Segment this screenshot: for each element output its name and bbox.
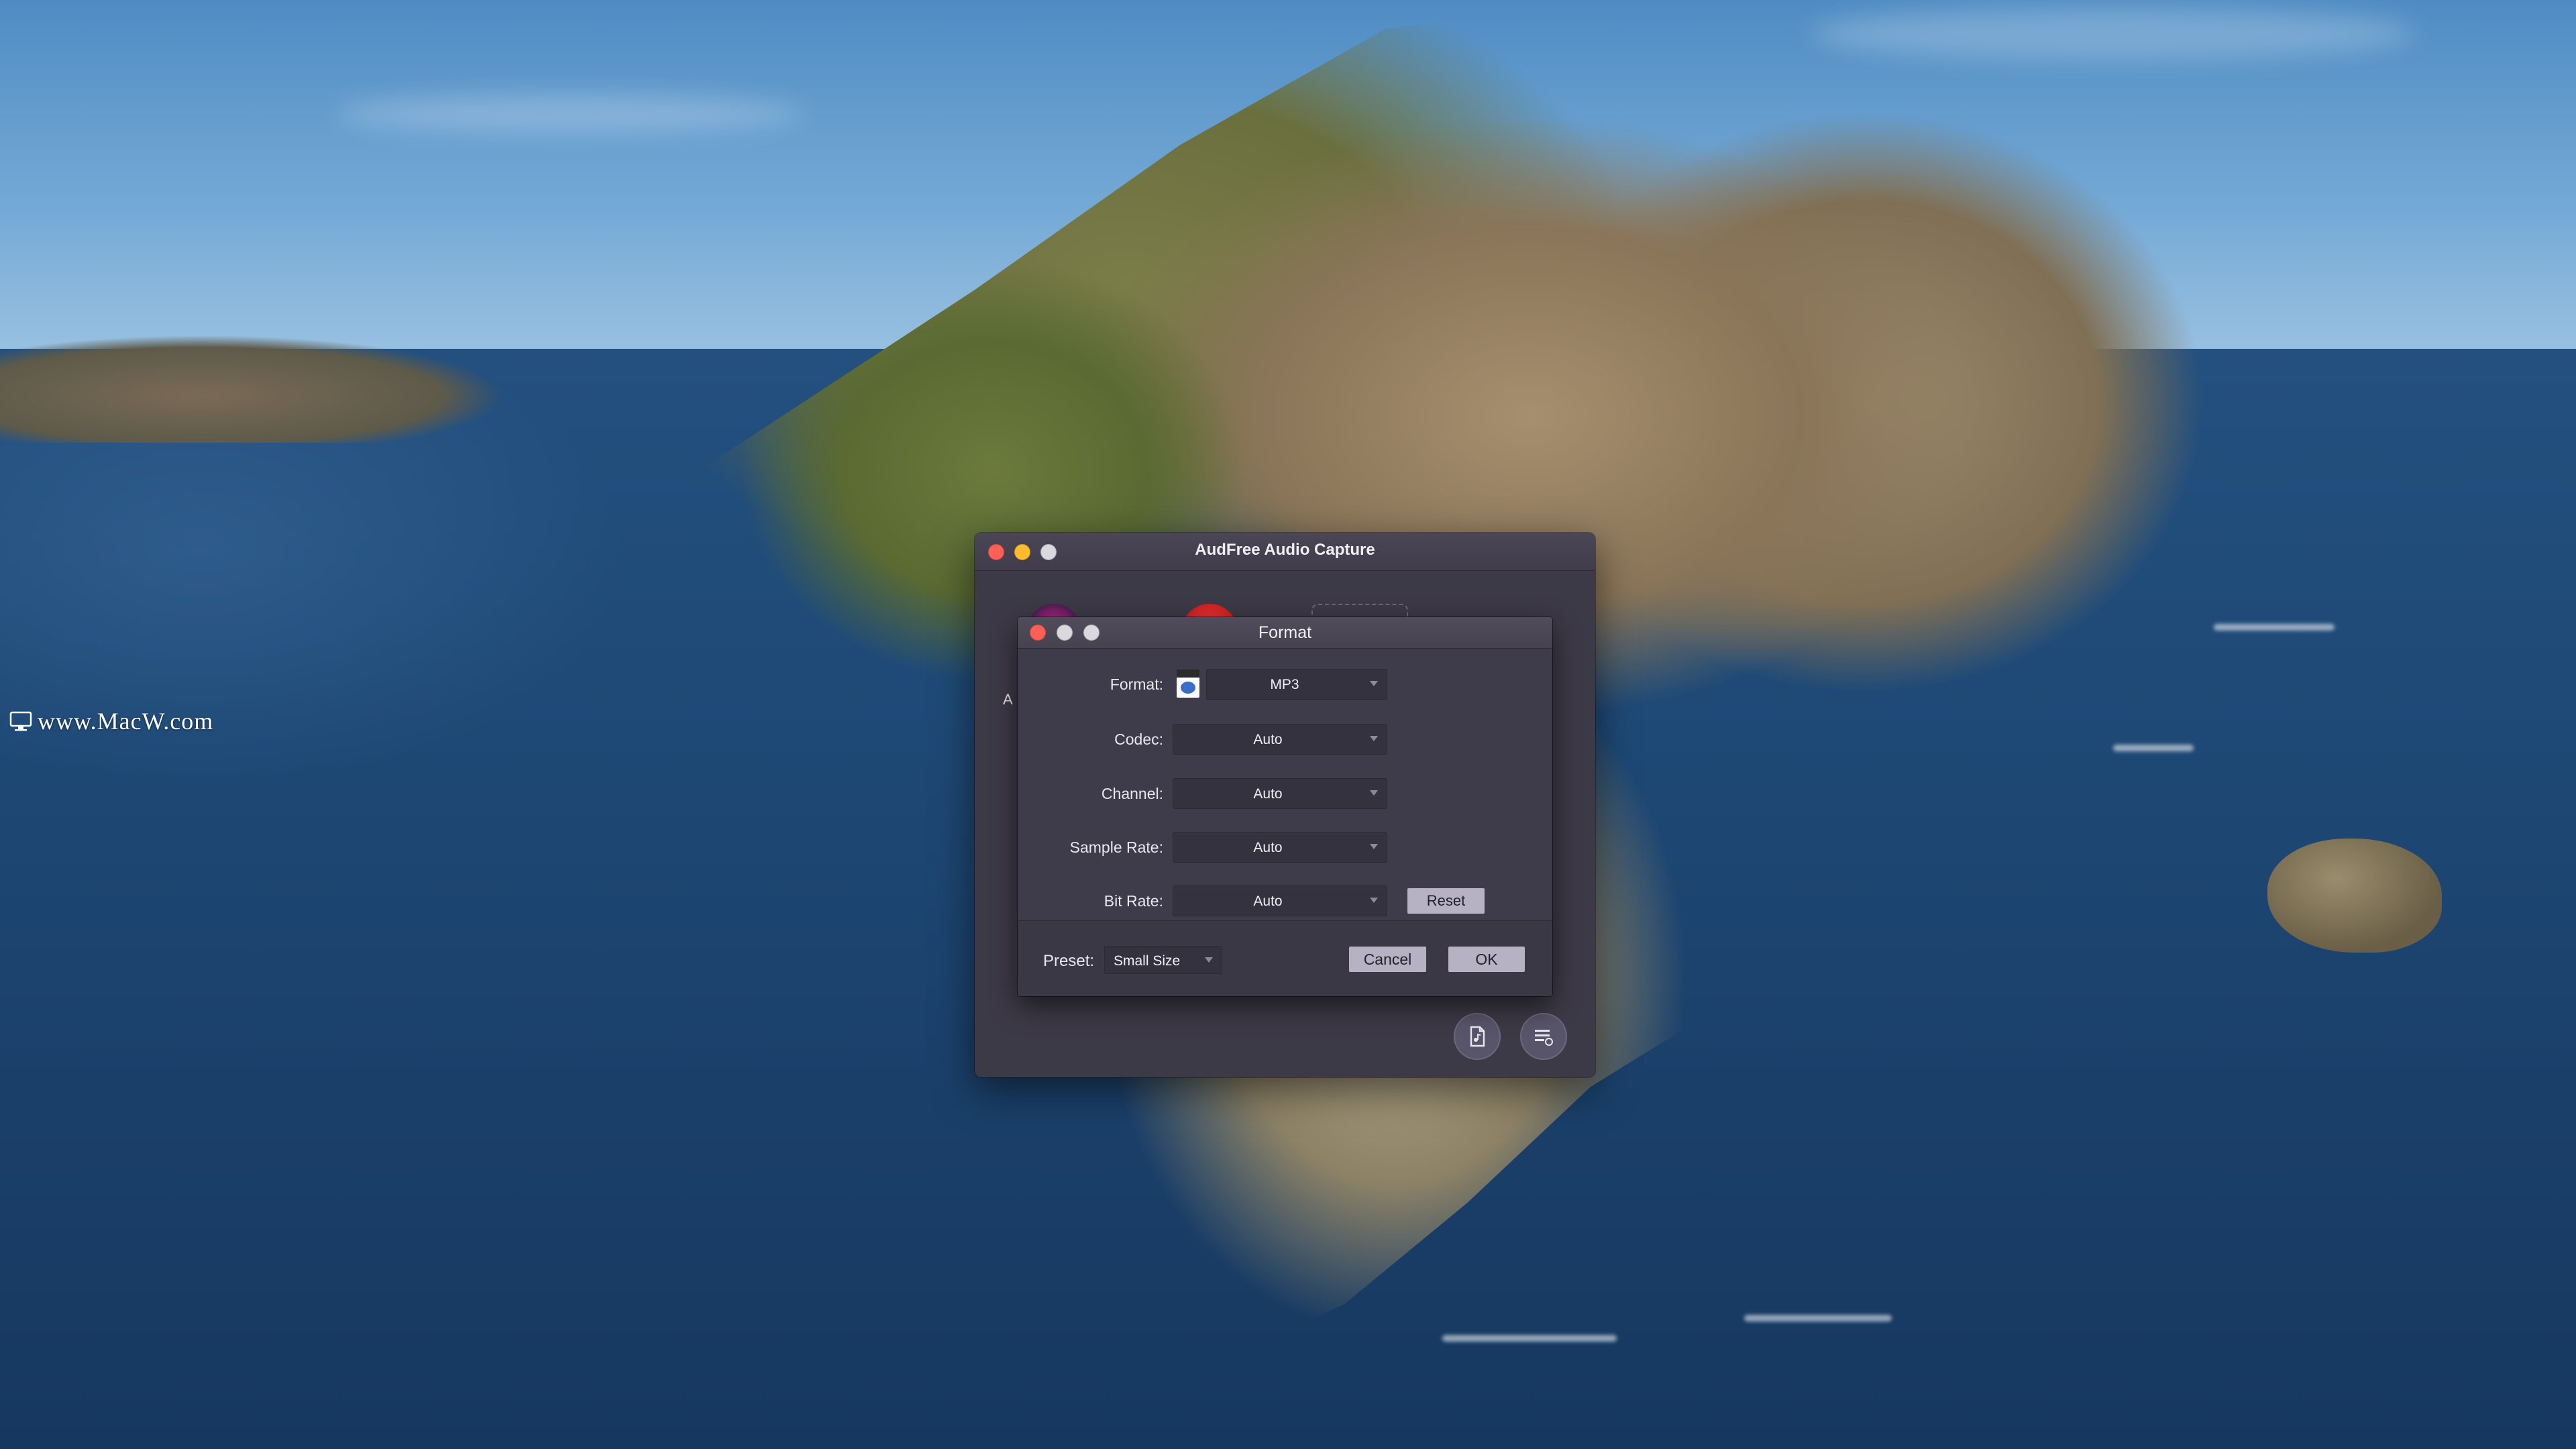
preset-select-value: Small Size <box>1114 953 1181 969</box>
channel-select-value: Auto <box>1253 786 1283 802</box>
chevron-down-icon <box>1370 736 1378 741</box>
main-window-titlebar[interactable]: AudFree Audio Capture <box>975 533 1595 571</box>
codec-row: Codec: Auto <box>1018 722 1552 757</box>
format-dialog-footer: Preset: Small Size Cancel OK <box>1018 921 1552 996</box>
preset-select[interactable]: Small Size <box>1104 946 1222 974</box>
format-dialog-body: Format: MP3 Codec: Auto Channel: Auto Sa… <box>1018 648 1552 996</box>
watermark-text: www.MacW.com <box>38 708 214 735</box>
history-list-button[interactable] <box>1520 1013 1567 1060</box>
chevron-down-icon <box>1370 790 1378 796</box>
ok-button[interactable]: OK <box>1448 947 1525 972</box>
sample-rate-label: Sample Rate: <box>1069 839 1163 856</box>
watermark: www.MacW.com <box>9 707 213 735</box>
codec-select[interactable]: Auto <box>1173 724 1387 755</box>
sample-rate-select-value: Auto <box>1253 840 1283 855</box>
wallpaper-far-ridge <box>0 295 805 443</box>
wallpaper-surf <box>1744 1315 1892 1322</box>
sample-rate-select[interactable]: Auto <box>1173 832 1387 863</box>
chevron-down-icon <box>1205 957 1213 963</box>
bit-rate-label: Bit Rate: <box>1104 892 1163 910</box>
channel-label: Channel: <box>1101 785 1163 802</box>
wallpaper-surf <box>2113 745 2194 751</box>
wallpaper-surf <box>2214 624 2334 631</box>
format-select-value: MP3 <box>1270 677 1299 692</box>
audio-source-label: A <box>1003 691 1013 708</box>
channel-select[interactable]: Auto <box>1173 778 1387 809</box>
channel-row: Channel: Auto <box>1018 777 1552 812</box>
reset-button[interactable]: Reset <box>1407 888 1485 914</box>
bit-rate-row: Bit Rate: Auto Reset <box>1018 884 1552 919</box>
chevron-down-icon <box>1370 898 1378 903</box>
sample-rate-row: Sample Rate: Auto <box>1018 830 1552 865</box>
bit-rate-select-value: Auto <box>1253 894 1283 909</box>
preset-label: Preset: <box>1043 952 1095 970</box>
format-dialog-titlebar[interactable]: Format <box>1018 617 1552 649</box>
monitor-icon <box>9 711 32 731</box>
cancel-button[interactable]: Cancel <box>1349 947 1426 972</box>
wallpaper-surf <box>1442 1335 1617 1342</box>
format-select[interactable]: MP3 <box>1206 669 1387 700</box>
chevron-down-icon <box>1370 844 1378 849</box>
format-settings-button[interactable] <box>1454 1013 1501 1060</box>
mp3-file-icon <box>1177 669 1199 698</box>
codec-label: Codec: <box>1114 731 1163 748</box>
main-window-title: AudFree Audio Capture <box>1195 541 1375 559</box>
codec-select-value: Auto <box>1253 732 1283 747</box>
wallpaper-cloud <box>1811 7 2415 60</box>
file-audio-icon <box>1470 1026 1485 1047</box>
format-dialog: Format Format: MP3 Codec: Auto Channel: … <box>1018 617 1552 996</box>
list-settings-icon <box>1535 1030 1553 1046</box>
bit-rate-select[interactable]: Auto <box>1173 885 1387 916</box>
format-dialog-title: Format <box>1258 623 1312 642</box>
wallpaper-rock <box>2267 839 2442 953</box>
format-label: Format: <box>1110 676 1163 693</box>
wallpaper-cloud <box>335 94 805 134</box>
chevron-down-icon <box>1370 681 1378 686</box>
format-row: Format: MP3 <box>1018 667 1552 702</box>
